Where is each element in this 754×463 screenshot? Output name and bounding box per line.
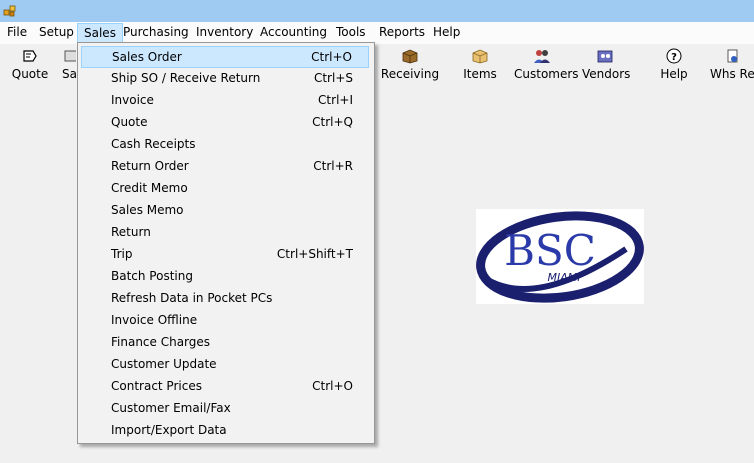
receiving-box-icon <box>402 49 418 64</box>
menu-item-shortcut: Ctrl+O <box>311 50 352 64</box>
menu-item-label: Customer Email/Fax <box>111 401 231 415</box>
menu-tools[interactable]: Tools <box>330 22 372 43</box>
menu-reports[interactable]: Reports <box>373 22 431 43</box>
toolbar-vendors-label: Vendors <box>582 67 631 81</box>
menu-item-invoice[interactable]: Invoice Ctrl+I <box>81 90 369 112</box>
menu-item-label: Invoice <box>111 93 154 107</box>
menu-item-trip[interactable]: Trip Ctrl+Shift+T <box>81 244 369 266</box>
warehouse-receipt-icon <box>727 49 738 63</box>
menu-item-label: Contract Prices <box>111 379 202 393</box>
menu-item-shortcut: Ctrl+Q <box>312 115 353 129</box>
toolbar-items-label: Items <box>463 67 497 81</box>
menu-item-label: Return Order <box>111 159 189 173</box>
title-bar <box>0 0 754 22</box>
logo-text: BSC <box>504 226 596 275</box>
menu-accounting[interactable]: Accounting <box>254 22 333 43</box>
items-box-icon <box>472 49 488 64</box>
toolbar-whs-receipt-button[interactable]: Whs Re <box>710 44 754 84</box>
sales-menu-dropdown: Sales Order Ctrl+O Ship SO / Receive Ret… <box>77 42 375 444</box>
menu-item-finance-charges[interactable]: Finance Charges <box>81 332 369 354</box>
menu-item-shortcut: Ctrl+S <box>313 71 353 85</box>
logo-subtext: MIAMI <box>548 271 581 284</box>
bsc-miami-logo: BSC MIAMI <box>476 211 644 303</box>
menu-item-ship-so-receive-return[interactable]: Ship SO / Receive Return Ctrl+S <box>81 68 369 90</box>
menu-item-batch-posting[interactable]: Batch Posting <box>81 266 369 288</box>
help-question-icon: ? <box>666 48 682 64</box>
menu-item-shortcut: Ctrl+I <box>318 93 353 107</box>
menu-item-credit-memo[interactable]: Credit Memo <box>81 178 369 200</box>
menu-item-label: Trip <box>111 247 133 261</box>
menu-item-shortcut: Ctrl+R <box>313 159 353 173</box>
menu-item-cash-receipts[interactable]: Cash Receipts <box>81 134 369 156</box>
menu-item-label: Credit Memo <box>111 181 188 195</box>
menu-item-label: Ship SO / Receive Return <box>111 71 261 85</box>
company-logo: BSC MIAMI <box>476 209 644 304</box>
menu-item-label: Customer Update <box>111 357 217 371</box>
menu-item-quote[interactable]: Quote Ctrl+Q <box>81 112 369 134</box>
menu-item-import-export-data[interactable]: Import/Export Data <box>81 420 369 442</box>
toolbar-quote-button[interactable]: Quote <box>8 44 52 84</box>
toolbar-customers-label: Customers <box>514 67 579 81</box>
toolbar-receiving-label: Receiving <box>380 67 440 81</box>
toolbar-receiving-button[interactable]: Receiving <box>380 44 440 84</box>
menu-item-label: Return <box>111 225 151 239</box>
menu-item-invoice-offline[interactable]: Invoice Offline <box>81 310 369 332</box>
menu-item-return[interactable]: Return <box>81 222 369 244</box>
menu-bar: File Setup Sales Purchasing Inventory Ac… <box>0 22 754 44</box>
toolbar-quote-label: Quote <box>11 67 49 81</box>
menu-inventory[interactable]: Inventory <box>190 22 259 43</box>
menu-item-customer-email-fax[interactable]: Customer Email/Fax <box>81 398 369 420</box>
menu-item-label: Sales Order <box>112 50 182 64</box>
toolbar-sales-label: Sa <box>62 67 76 81</box>
menu-item-label: Cash Receipts <box>111 137 196 151</box>
menu-item-customer-update[interactable]: Customer Update <box>81 354 369 376</box>
toolbar-help-button[interactable]: ? Help <box>657 44 691 84</box>
menu-item-label: Quote <box>111 115 148 129</box>
toolbar-vendors-button[interactable]: Vendors <box>582 44 631 84</box>
menu-purchasing[interactable]: Purchasing <box>117 22 195 43</box>
menu-item-label: Import/Export Data <box>111 423 227 437</box>
menu-item-shortcut: Ctrl+O <box>312 379 353 393</box>
toolbar-customers-button[interactable]: Customers <box>514 44 579 84</box>
menu-item-refresh-pocket-pcs[interactable]: Refresh Data in Pocket PCs <box>81 288 369 310</box>
menu-item-sales-memo[interactable]: Sales Memo <box>81 200 369 222</box>
menu-item-shortcut: Ctrl+Shift+T <box>276 247 353 261</box>
menu-item-label: Batch Posting <box>111 269 193 283</box>
customers-people-icon <box>534 50 550 63</box>
menu-item-label: Finance Charges <box>111 335 211 349</box>
sales-icon <box>64 50 76 62</box>
menu-item-contract-prices[interactable]: Contract Prices Ctrl+O <box>81 376 369 398</box>
menu-item-label: Sales Memo <box>111 203 184 217</box>
toolbar-help-label: Help <box>660 67 688 81</box>
menu-item-sales-order[interactable]: Sales Order Ctrl+O <box>81 46 369 68</box>
menu-setup[interactable]: Setup <box>33 22 80 43</box>
menu-file[interactable]: File <box>1 22 33 43</box>
vendors-icon <box>597 50 613 63</box>
menu-item-label: Invoice Offline <box>111 313 198 327</box>
toolbar-items-button[interactable]: Items <box>461 44 499 84</box>
menu-item-label: Refresh Data in Pocket PCs <box>111 291 273 305</box>
menu-item-return-order[interactable]: Return Order Ctrl+R <box>81 156 369 178</box>
menu-help[interactable]: Help <box>427 22 466 43</box>
toolbar-whs-receipt-label: Whs Re <box>710 67 754 81</box>
toolbar-sales-button[interactable]: Sa <box>62 44 76 84</box>
quote-icon <box>23 50 37 62</box>
svg-text:?: ? <box>671 52 677 63</box>
app-icon <box>3 5 16 17</box>
